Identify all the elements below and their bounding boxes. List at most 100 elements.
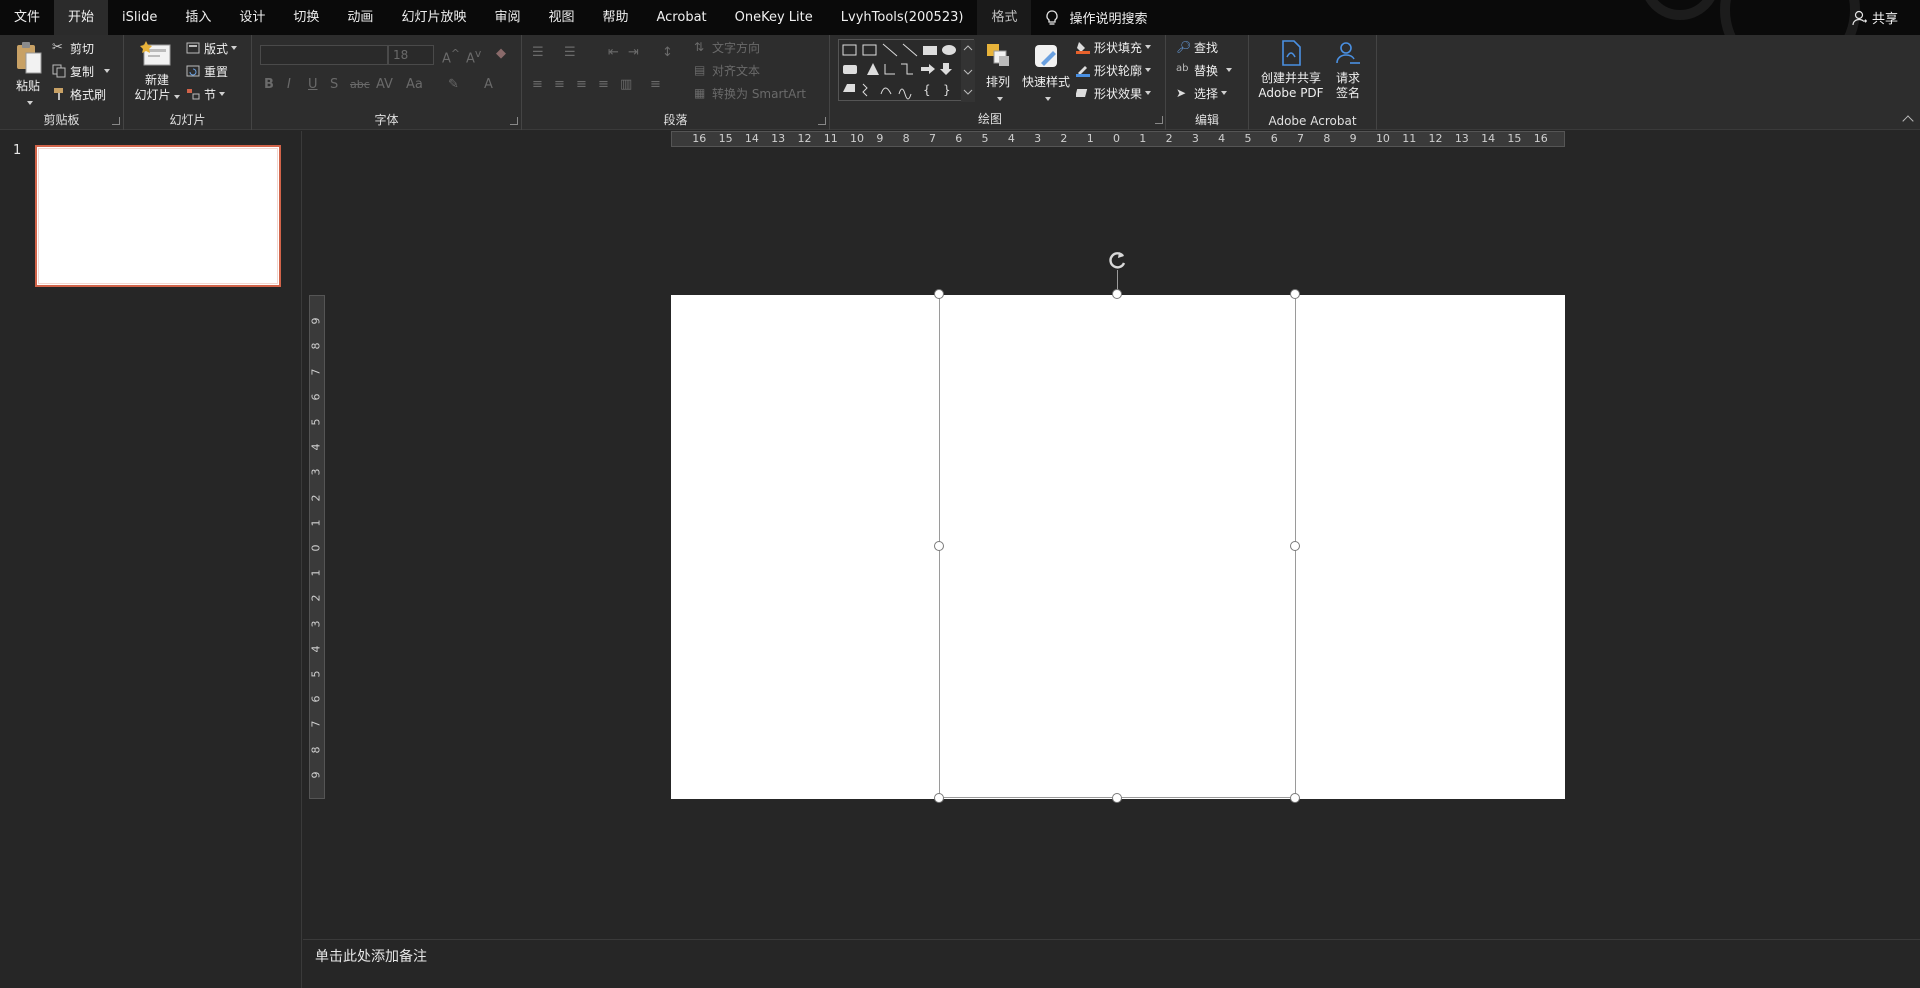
highlight-icon[interactable]: ✎	[448, 77, 459, 92]
align-right-icon[interactable]: ≡	[576, 77, 587, 92]
clipboard-launcher-icon[interactable]	[112, 117, 120, 125]
align-text-button[interactable]: ▤ 对齐文本	[694, 60, 760, 80]
tab-review[interactable]: 审阅	[480, 0, 534, 35]
paste-dropdown-icon[interactable]	[26, 101, 33, 105]
char-spacing-icon[interactable]: AV	[376, 77, 393, 92]
bold-icon[interactable]: B	[264, 77, 274, 92]
find-button[interactable]: 🔎︎ 查找	[1176, 37, 1218, 57]
vertical-ruler[interactable]: 9 8 7 6 5 4 3 2 1 0 1 2 3 4 5 6 7 8 9	[309, 295, 325, 799]
collapse-ribbon-icon[interactable]	[1902, 115, 1914, 127]
resize-handle-top[interactable]	[1112, 289, 1122, 299]
reset-button[interactable]: 重置	[186, 61, 228, 81]
ruler-tick-label: 3	[309, 620, 323, 628]
drawing-launcher-icon[interactable]	[1155, 116, 1163, 124]
resize-handle-top-left[interactable]	[934, 289, 944, 299]
tab-design[interactable]: 设计	[225, 0, 279, 35]
notes-pane[interactable]: 单击此处添加备注	[303, 939, 1920, 988]
font-color-icon[interactable]: A	[484, 77, 493, 92]
shape-outline-button[interactable]: 形状轮廓	[1076, 60, 1152, 80]
svg-text:}: }	[943, 83, 951, 97]
align-left-icon[interactable]: ≡	[532, 77, 543, 92]
arrange-label: 排列	[985, 75, 1010, 89]
shadow-icon[interactable]: S	[330, 77, 338, 92]
tab-view[interactable]: 视图	[534, 0, 588, 35]
layout-button[interactable]: 版式	[186, 38, 238, 58]
line-spacing-icon[interactable]: ↕	[662, 45, 673, 60]
clear-format-icon[interactable]: ◆	[496, 46, 506, 61]
tab-insert[interactable]: 插入	[171, 0, 225, 35]
tab-transitions[interactable]: 切换	[279, 0, 333, 35]
tab-format[interactable]: 格式	[977, 0, 1032, 35]
quick-styles-label: 快速样式	[1021, 75, 1070, 89]
shrink-font-icon[interactable]: Av	[466, 47, 481, 66]
resize-handle-bottom-right[interactable]	[1290, 793, 1300, 803]
tab-acrobat[interactable]: Acrobat	[643, 0, 721, 35]
select-button[interactable]: ➤ 选择	[1176, 83, 1228, 103]
cut-button[interactable]: ✂ 剪切	[52, 38, 94, 58]
tab-islide[interactable]: iSlide	[108, 0, 171, 35]
columns-icon[interactable]: ▥	[620, 77, 632, 92]
share-button[interactable]: 共享	[1852, 0, 1898, 35]
change-case-icon[interactable]: Aa	[406, 77, 423, 92]
shape-effects-button[interactable]: 形状效果	[1076, 83, 1152, 103]
create-share-pdf-button[interactable]: 创建并共享 Adobe PDF	[1257, 39, 1325, 101]
strikethrough-icon[interactable]: abc	[350, 78, 370, 91]
resize-handle-top-right[interactable]	[1290, 289, 1300, 299]
selected-shape[interactable]	[939, 294, 1296, 798]
underline-icon[interactable]: U	[308, 77, 318, 92]
grow-font-icon[interactable]: A^	[442, 47, 460, 66]
justify-icon[interactable]: ≡	[598, 77, 609, 92]
paste-button[interactable]: 粘贴	[10, 41, 46, 109]
replace-button[interactable]: ab 替换	[1176, 60, 1233, 80]
horizontal-ruler[interactable]: 16 15 14 13 12 11 10 9 8 7 6 5 4 3 2 1 0 1 2 3 4 5 6 7 8 9 10 11 12 1…	[671, 131, 1565, 147]
tab-file[interactable]: 文件	[0, 0, 54, 35]
ruler-tick-label: 0	[1113, 132, 1120, 145]
ruler-tick-label: 9	[309, 771, 323, 779]
font-size-combobox[interactable]: 18	[388, 45, 434, 65]
slide-thumbnail[interactable]	[35, 145, 281, 287]
copy-button[interactable]: 复制	[52, 61, 111, 81]
text-direction-button[interactable]: ⇅ 文字方向	[694, 37, 760, 57]
rotate-handle-icon[interactable]	[1107, 249, 1129, 271]
font-launcher-icon[interactable]	[510, 117, 518, 125]
decrease-indent-icon[interactable]: ⇤	[608, 45, 619, 60]
tab-home[interactable]: 开始	[54, 0, 109, 35]
ruler-tick-label: 15	[718, 132, 733, 145]
arrange-button[interactable]: 排列	[980, 41, 1016, 105]
align-center-icon[interactable]: ≡	[554, 77, 565, 92]
increase-indent-icon[interactable]: ⇥	[628, 45, 639, 60]
paragraph-launcher-icon[interactable]	[818, 117, 826, 125]
resize-handle-right[interactable]	[1290, 541, 1300, 551]
ruler-tick-label: 4	[1218, 132, 1226, 145]
tab-slideshow[interactable]: 幻灯片放映	[387, 0, 480, 35]
shape-fill-button[interactable]: 形状填充	[1076, 37, 1152, 57]
copy-label: 复制	[70, 64, 95, 79]
align-text-icon[interactable]: ≡	[650, 77, 661, 92]
ruler-tick-label: 11	[823, 132, 838, 145]
ruler-tick-label: 16	[1533, 132, 1548, 145]
italic-icon[interactable]: I	[287, 77, 291, 92]
bullets-icon[interactable]: ☰	[532, 45, 544, 60]
new-slide-label-2: 幻灯片	[132, 88, 182, 103]
new-slide-button[interactable]: 新建 幻灯片	[132, 39, 182, 103]
shapes-gallery-icons: { }	[842, 40, 975, 102]
convert-smartart-button[interactable]: ▦ 转换为 SmartArt	[694, 83, 806, 103]
tab-onekey-lite[interactable]: OneKey Lite	[721, 0, 827, 35]
font-name-combobox[interactable]	[260, 45, 388, 65]
tell-me-search[interactable]: 操作说明搜索	[1031, 0, 1147, 35]
ruler-tick-label: 1	[309, 569, 323, 577]
tab-help[interactable]: 帮助	[588, 0, 642, 35]
ruler-tick-label: 1	[1139, 132, 1147, 145]
resize-handle-bottom-left[interactable]	[934, 793, 944, 803]
shapes-gallery[interactable]: { }	[838, 39, 975, 102]
tab-animations[interactable]: 动画	[333, 0, 387, 35]
section-button[interactable]: 节	[186, 84, 226, 104]
format-painter-button[interactable]: 格式刷	[52, 84, 106, 104]
tab-lvyhtools[interactable]: LvyhTools(200523)	[827, 0, 978, 35]
resize-handle-left[interactable]	[934, 541, 944, 551]
request-signature-button[interactable]: 请求 签名	[1329, 39, 1367, 101]
quick-styles-button[interactable]: 快速样式	[1020, 41, 1072, 105]
copy-dropdown-icon[interactable]	[104, 69, 111, 73]
resize-handle-bottom[interactable]	[1112, 793, 1122, 803]
numbering-icon[interactable]: ☰	[564, 45, 576, 60]
